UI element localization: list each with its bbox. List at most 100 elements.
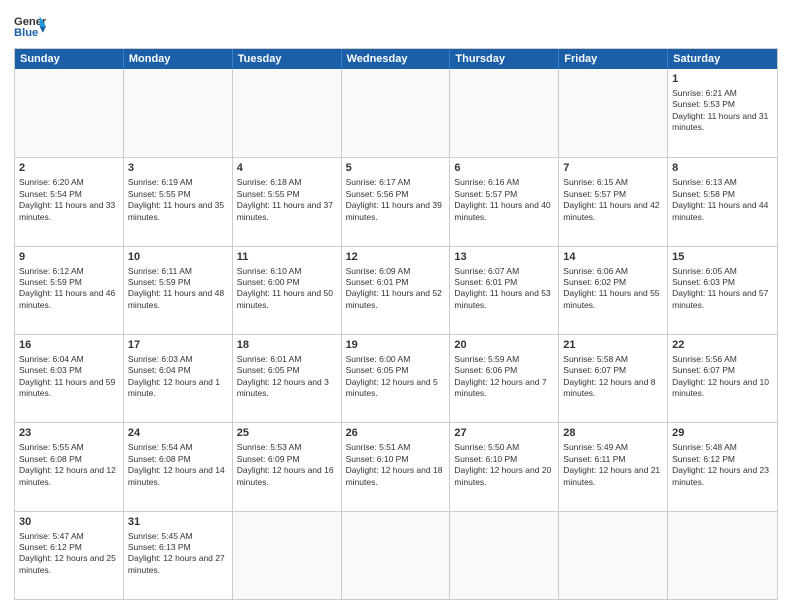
- calendar-body: 1Sunrise: 6:21 AM Sunset: 5:53 PM Daylig…: [15, 69, 777, 599]
- day-number: 7: [563, 161, 663, 176]
- calendar-cell: 25Sunrise: 5:53 AM Sunset: 6:09 PM Dayli…: [233, 423, 342, 510]
- calendar-cell: 24Sunrise: 5:54 AM Sunset: 6:08 PM Dayli…: [124, 423, 233, 510]
- calendar-cell: [450, 512, 559, 599]
- day-info: Sunrise: 6:17 AM Sunset: 5:56 PM Dayligh…: [346, 177, 442, 221]
- day-info: Sunrise: 5:47 AM Sunset: 6:12 PM Dayligh…: [19, 531, 116, 575]
- day-number: 30: [19, 515, 119, 530]
- day-info: Sunrise: 6:19 AM Sunset: 5:55 PM Dayligh…: [128, 177, 224, 221]
- header: General Blue: [14, 12, 778, 40]
- calendar-cell: [450, 69, 559, 157]
- calendar-cell: 23Sunrise: 5:55 AM Sunset: 6:08 PM Dayli…: [15, 423, 124, 510]
- calendar-cell: 3Sunrise: 6:19 AM Sunset: 5:55 PM Daylig…: [124, 158, 233, 245]
- day-number: 13: [454, 250, 554, 265]
- calendar-cell: 10Sunrise: 6:11 AM Sunset: 5:59 PM Dayli…: [124, 247, 233, 334]
- day-number: 27: [454, 426, 554, 441]
- calendar-cell: 26Sunrise: 5:51 AM Sunset: 6:10 PM Dayli…: [342, 423, 451, 510]
- header-day-saturday: Saturday: [668, 49, 777, 69]
- day-number: 14: [563, 250, 663, 265]
- day-info: Sunrise: 5:51 AM Sunset: 6:10 PM Dayligh…: [346, 442, 443, 486]
- page: General Blue SundayMondayTuesdayWednesda…: [0, 0, 792, 612]
- day-number: 4: [237, 161, 337, 176]
- calendar-row-5: 30Sunrise: 5:47 AM Sunset: 6:12 PM Dayli…: [15, 511, 777, 599]
- day-number: 31: [128, 515, 228, 530]
- day-number: 23: [19, 426, 119, 441]
- day-info: Sunrise: 5:59 AM Sunset: 6:06 PM Dayligh…: [454, 354, 546, 398]
- day-info: Sunrise: 5:50 AM Sunset: 6:10 PM Dayligh…: [454, 442, 551, 486]
- day-info: Sunrise: 6:10 AM Sunset: 6:00 PM Dayligh…: [237, 266, 333, 310]
- day-info: Sunrise: 5:49 AM Sunset: 6:11 PM Dayligh…: [563, 442, 660, 486]
- day-number: 15: [672, 250, 773, 265]
- day-info: Sunrise: 6:13 AM Sunset: 5:58 PM Dayligh…: [672, 177, 768, 221]
- day-number: 10: [128, 250, 228, 265]
- day-number: 17: [128, 338, 228, 353]
- calendar-cell: [559, 69, 668, 157]
- calendar-cell: 31Sunrise: 5:45 AM Sunset: 6:13 PM Dayli…: [124, 512, 233, 599]
- calendar-cell: 14Sunrise: 6:06 AM Sunset: 6:02 PM Dayli…: [559, 247, 668, 334]
- calendar-cell: 28Sunrise: 5:49 AM Sunset: 6:11 PM Dayli…: [559, 423, 668, 510]
- calendar-cell: 18Sunrise: 6:01 AM Sunset: 6:05 PM Dayli…: [233, 335, 342, 422]
- day-info: Sunrise: 5:48 AM Sunset: 6:12 PM Dayligh…: [672, 442, 769, 486]
- calendar-cell: 9Sunrise: 6:12 AM Sunset: 5:59 PM Daylig…: [15, 247, 124, 334]
- day-info: Sunrise: 6:15 AM Sunset: 5:57 PM Dayligh…: [563, 177, 659, 221]
- day-info: Sunrise: 6:05 AM Sunset: 6:03 PM Dayligh…: [672, 266, 768, 310]
- calendar-cell: [342, 512, 451, 599]
- day-info: Sunrise: 6:16 AM Sunset: 5:57 PM Dayligh…: [454, 177, 550, 221]
- day-number: 28: [563, 426, 663, 441]
- header-day-tuesday: Tuesday: [233, 49, 342, 69]
- calendar-cell: 22Sunrise: 5:56 AM Sunset: 6:07 PM Dayli…: [668, 335, 777, 422]
- day-info: Sunrise: 6:21 AM Sunset: 5:53 PM Dayligh…: [672, 88, 768, 132]
- day-number: 29: [672, 426, 773, 441]
- day-info: Sunrise: 5:45 AM Sunset: 6:13 PM Dayligh…: [128, 531, 225, 575]
- calendar-cell: [233, 512, 342, 599]
- calendar-row-0: 1Sunrise: 6:21 AM Sunset: 5:53 PM Daylig…: [15, 69, 777, 157]
- calendar-cell: 21Sunrise: 5:58 AM Sunset: 6:07 PM Dayli…: [559, 335, 668, 422]
- calendar-header: SundayMondayTuesdayWednesdayThursdayFrid…: [15, 49, 777, 69]
- day-info: Sunrise: 6:11 AM Sunset: 5:59 PM Dayligh…: [128, 266, 224, 310]
- calendar-cell: 20Sunrise: 5:59 AM Sunset: 6:06 PM Dayli…: [450, 335, 559, 422]
- header-day-wednesday: Wednesday: [342, 49, 451, 69]
- day-number: 8: [672, 161, 773, 176]
- calendar: SundayMondayTuesdayWednesdayThursdayFrid…: [14, 48, 778, 600]
- calendar-cell: 5Sunrise: 6:17 AM Sunset: 5:56 PM Daylig…: [342, 158, 451, 245]
- calendar-cell: 17Sunrise: 6:03 AM Sunset: 6:04 PM Dayli…: [124, 335, 233, 422]
- day-info: Sunrise: 6:20 AM Sunset: 5:54 PM Dayligh…: [19, 177, 115, 221]
- day-info: Sunrise: 6:12 AM Sunset: 5:59 PM Dayligh…: [19, 266, 115, 310]
- day-info: Sunrise: 6:07 AM Sunset: 6:01 PM Dayligh…: [454, 266, 550, 310]
- day-info: Sunrise: 6:00 AM Sunset: 6:05 PM Dayligh…: [346, 354, 438, 398]
- calendar-row-4: 23Sunrise: 5:55 AM Sunset: 6:08 PM Dayli…: [15, 422, 777, 510]
- calendar-cell: [124, 69, 233, 157]
- day-info: Sunrise: 5:55 AM Sunset: 6:08 PM Dayligh…: [19, 442, 116, 486]
- day-number: 22: [672, 338, 773, 353]
- calendar-cell: 6Sunrise: 6:16 AM Sunset: 5:57 PM Daylig…: [450, 158, 559, 245]
- day-info: Sunrise: 6:03 AM Sunset: 6:04 PM Dayligh…: [128, 354, 220, 398]
- calendar-cell: [233, 69, 342, 157]
- header-day-friday: Friday: [559, 49, 668, 69]
- calendar-cell: 27Sunrise: 5:50 AM Sunset: 6:10 PM Dayli…: [450, 423, 559, 510]
- day-number: 6: [454, 161, 554, 176]
- calendar-cell: 29Sunrise: 5:48 AM Sunset: 6:12 PM Dayli…: [668, 423, 777, 510]
- day-info: Sunrise: 5:54 AM Sunset: 6:08 PM Dayligh…: [128, 442, 225, 486]
- calendar-cell: 12Sunrise: 6:09 AM Sunset: 6:01 PM Dayli…: [342, 247, 451, 334]
- calendar-row-2: 9Sunrise: 6:12 AM Sunset: 5:59 PM Daylig…: [15, 246, 777, 334]
- day-number: 26: [346, 426, 446, 441]
- day-number: 25: [237, 426, 337, 441]
- day-info: Sunrise: 6:09 AM Sunset: 6:01 PM Dayligh…: [346, 266, 442, 310]
- day-info: Sunrise: 5:53 AM Sunset: 6:09 PM Dayligh…: [237, 442, 334, 486]
- calendar-cell: 2Sunrise: 6:20 AM Sunset: 5:54 PM Daylig…: [15, 158, 124, 245]
- logo-icon: General Blue: [14, 12, 46, 40]
- day-number: 1: [672, 72, 773, 87]
- header-day-monday: Monday: [124, 49, 233, 69]
- calendar-cell: [342, 69, 451, 157]
- logo: General Blue: [14, 12, 46, 40]
- calendar-cell: [15, 69, 124, 157]
- day-info: Sunrise: 5:56 AM Sunset: 6:07 PM Dayligh…: [672, 354, 769, 398]
- day-info: Sunrise: 6:18 AM Sunset: 5:55 PM Dayligh…: [237, 177, 333, 221]
- day-number: 21: [563, 338, 663, 353]
- calendar-row-1: 2Sunrise: 6:20 AM Sunset: 5:54 PM Daylig…: [15, 157, 777, 245]
- calendar-cell: 15Sunrise: 6:05 AM Sunset: 6:03 PM Dayli…: [668, 247, 777, 334]
- calendar-cell: 13Sunrise: 6:07 AM Sunset: 6:01 PM Dayli…: [450, 247, 559, 334]
- calendar-cell: [559, 512, 668, 599]
- calendar-cell: 4Sunrise: 6:18 AM Sunset: 5:55 PM Daylig…: [233, 158, 342, 245]
- calendar-cell: 7Sunrise: 6:15 AM Sunset: 5:57 PM Daylig…: [559, 158, 668, 245]
- calendar-cell: 16Sunrise: 6:04 AM Sunset: 6:03 PM Dayli…: [15, 335, 124, 422]
